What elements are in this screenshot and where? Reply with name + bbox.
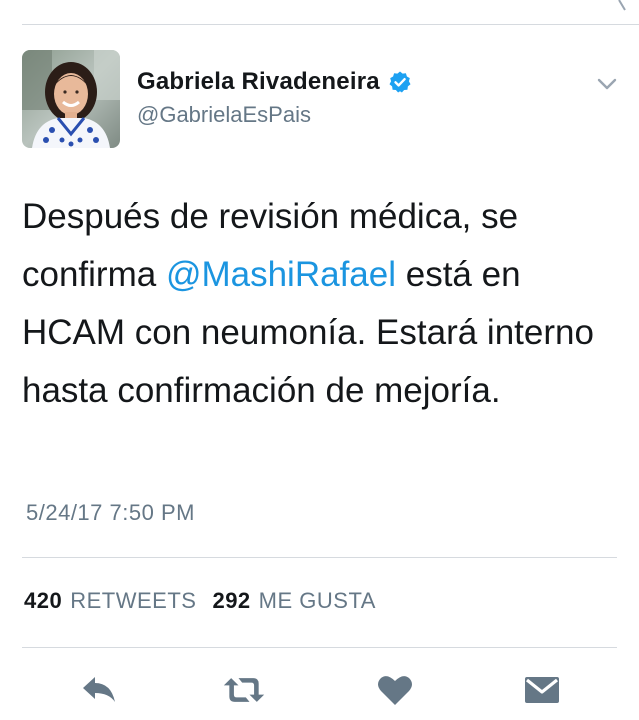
author-name-row[interactable]: Gabriela Rivadeneira	[137, 68, 412, 96]
likes-label: ME GUSTA	[258, 588, 376, 613]
tweet-timestamp: 5/24/17 7:50 PM	[26, 500, 195, 525]
retweets-count: 420	[24, 588, 63, 613]
divider	[22, 557, 617, 558]
verified-badge-icon	[389, 71, 411, 93]
tweet-stats: 420 RETWEETS 292 ME GUSTA	[24, 588, 384, 614]
likes-stat[interactable]: 292 ME GUSTA	[212, 588, 375, 614]
heart-icon	[378, 676, 412, 705]
tweet-detail-screen: Gabriela Rivadeneira @GabrielaEsPais Des…	[0, 0, 639, 720]
retweet-button[interactable]	[222, 668, 266, 712]
tweet-header: Gabriela Rivadeneira @GabrielaEsPais	[22, 50, 619, 148]
top-divider	[22, 24, 639, 25]
tweet-actions	[0, 668, 639, 712]
mention-link[interactable]: @MashiRafael	[166, 255, 396, 294]
chevron-down-icon[interactable]	[595, 72, 619, 96]
retweets-stat[interactable]: 420 RETWEETS	[24, 588, 196, 614]
corner-arrow-icon	[618, 0, 626, 11]
tweet-text: Después de revisión médica, se confirma …	[22, 188, 612, 420]
author-display-name[interactable]: Gabriela Rivadeneira	[137, 68, 380, 96]
likes-count: 292	[212, 588, 251, 613]
retweets-label: RETWEETS	[70, 588, 197, 613]
profile-photo	[22, 50, 120, 148]
direct-message-button[interactable]	[520, 668, 564, 712]
avatar[interactable]	[22, 50, 120, 148]
divider	[22, 647, 617, 648]
reply-button[interactable]	[77, 668, 121, 712]
like-button[interactable]	[373, 668, 417, 712]
retweet-icon	[223, 678, 265, 702]
reply-icon	[83, 677, 115, 702]
direct-message-icon	[525, 677, 559, 703]
author-handle[interactable]: @GabrielaEsPais	[137, 102, 311, 128]
